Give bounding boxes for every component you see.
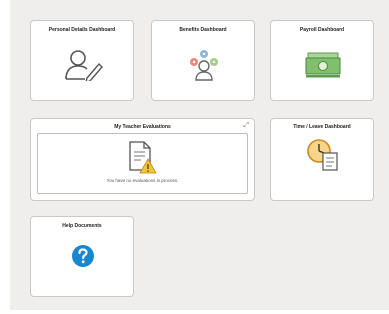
tile-teacher-evaluations[interactable]: My Teacher Evaluations ⤢ You have no eva…	[30, 118, 255, 201]
money-icon	[305, 52, 341, 78]
tile-title: Payroll Dashboard	[299, 27, 345, 33]
tile-title: Benefits Dashboard	[179, 27, 227, 33]
tile-title: Personal Details Dashboard	[48, 27, 116, 33]
dashboard-canvas: Personal Details Dashboard Benefits Dash…	[10, 0, 389, 310]
question-circle-icon	[72, 245, 94, 267]
clock-document-icon	[307, 139, 338, 171]
tile-title: Time / Leave Dashboard	[293, 124, 351, 130]
person-edit-icon	[65, 50, 103, 81]
tile-payroll[interactable]: Payroll Dashboard	[270, 20, 374, 101]
tile-title: My Teacher Evaluations	[114, 124, 171, 130]
benefits-people-icon	[190, 50, 218, 81]
tile-time-leave[interactable]: Time / Leave Dashboard	[270, 118, 374, 201]
tile-benefits[interactable]: Benefits Dashboard	[151, 20, 255, 101]
tile-help-documents[interactable]: Help Documents	[30, 216, 134, 297]
tile-title: Help Documents	[62, 223, 102, 229]
expand-arrows-icon[interactable]: ⤢	[243, 122, 249, 129]
no-evaluations-message: You have no evaluations in process.	[106, 178, 179, 183]
document-warning-icon	[129, 141, 157, 174]
tile-personal-details[interactable]: Personal Details Dashboard	[30, 20, 134, 101]
